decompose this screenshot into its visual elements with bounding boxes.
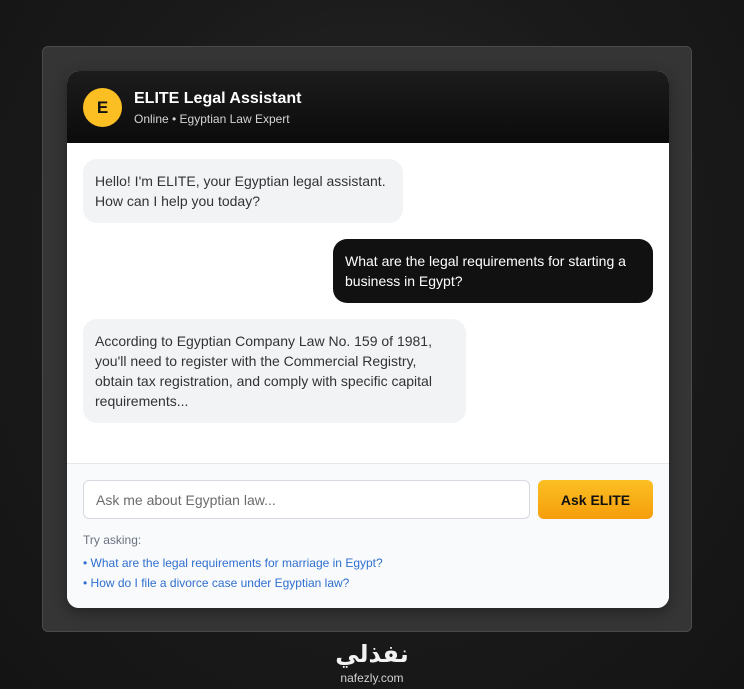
suggestion-link[interactable]: • How do I file a divorce case under Egy… (83, 576, 349, 590)
watermark: نفذلي nafezly.com (0, 640, 744, 686)
suggestion-link[interactable]: • What are the legal requirements for ma… (83, 556, 383, 570)
assistant-title: ELITE Legal Assistant (134, 90, 302, 107)
ask-button[interactable]: Ask ELITE (538, 480, 653, 519)
user-message: What are the legal requirements for star… (333, 239, 653, 303)
input-area: Ask ELITE Try asking: • What are the leg… (67, 464, 669, 608)
status-subtitle: Online • Egyptian Law Expert (134, 112, 290, 126)
try-asking-label: Try asking: (83, 533, 142, 547)
brand-domain: nafezly.com (340, 671, 404, 685)
avatar: E (83, 88, 122, 127)
chat-header: E ELITE Legal Assistant Online • Egyptia… (67, 71, 669, 143)
assistant-message: According to Egyptian Company Law No. 15… (83, 319, 466, 423)
brand-logo-text: نفذلي (335, 640, 409, 668)
assistant-message: Hello! I'm ELITE, your Egyptian legal as… (83, 159, 403, 223)
question-input[interactable] (83, 480, 530, 519)
chat-widget: E ELITE Legal Assistant Online • Egyptia… (67, 71, 669, 608)
message-list: Hello! I'm ELITE, your Egyptian legal as… (67, 143, 669, 463)
